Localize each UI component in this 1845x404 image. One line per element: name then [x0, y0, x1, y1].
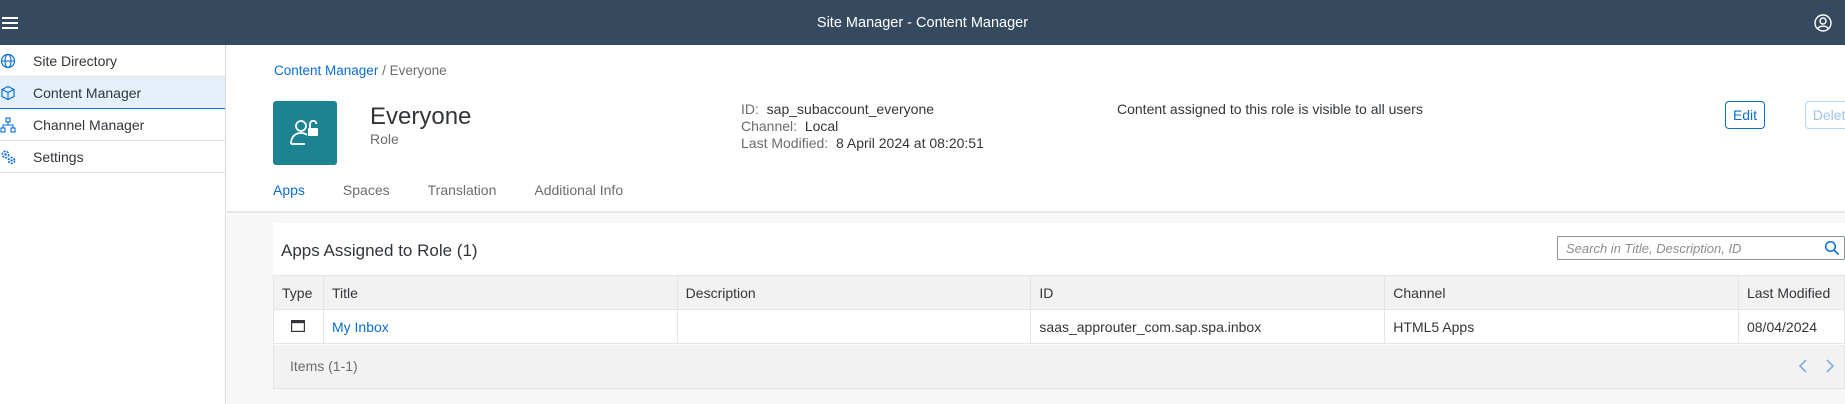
column-header-description[interactable]: Description [677, 275, 1032, 310]
delete-button[interactable]: Delete [1805, 101, 1845, 129]
id-label: ID: [741, 101, 759, 117]
sidebar-item-label: Content Manager [33, 85, 142, 101]
channel-label: Channel: [741, 118, 798, 134]
apps-panel: Apps Assigned to Role (1) Type Title Des… [273, 223, 1845, 389]
search-field[interactable] [1557, 236, 1845, 260]
column-header-channel[interactable]: Channel [1384, 275, 1739, 310]
table-header-row: Type Title Description ID Channel Last M… [273, 275, 1845, 310]
column-header-id[interactable]: ID [1030, 275, 1386, 310]
id-value: sap_subaccount_everyone [766, 101, 935, 117]
id-attribute: ID: sap_subaccount_everyone [741, 101, 984, 118]
role-avatar [273, 101, 337, 165]
globe-icon [0, 53, 17, 70]
app-title-link[interactable]: My Inbox [332, 319, 389, 335]
cell-last-modified: 08/04/2024 [1738, 309, 1845, 344]
network-icon [0, 117, 17, 134]
last-modified-attribute: Last Modified: 8 April 2024 at 08:20:51 [741, 135, 984, 152]
column-header-type[interactable]: Type [273, 275, 324, 310]
breadcrumb: Content Manager / Everyone [274, 63, 447, 78]
user-account-icon[interactable] [1813, 13, 1833, 33]
page-title: Everyone [370, 103, 472, 130]
table-footer: Items (1-1) [273, 345, 1845, 389]
cell-type [273, 309, 324, 344]
cell-title: My Inbox [323, 309, 678, 344]
main-content: Content Manager / Everyone Everyone Role… [227, 45, 1845, 404]
cell-description [677, 309, 1032, 344]
breadcrumb-separator: / [382, 63, 386, 78]
sidebar-item-label: Site Directory [33, 53, 118, 69]
apps-table: Type Title Description ID Channel Last M… [273, 275, 1845, 344]
breadcrumb-link-content-manager[interactable]: Content Manager [274, 63, 378, 78]
sidebar-item-channel-manager[interactable]: Channel Manager [0, 109, 225, 141]
channel-attribute: Channel: Local [741, 118, 984, 135]
column-header-title[interactable]: Title [323, 275, 678, 310]
next-page-icon[interactable] [1818, 354, 1842, 378]
person-unlocked-icon [288, 114, 322, 153]
side-navigation: Site Directory Content Manager Channel M… [0, 45, 226, 404]
hamburger-menu-icon[interactable] [0, 10, 20, 36]
column-header-last-modified[interactable]: Last Modified [1738, 275, 1845, 310]
cell-id: saas_approuter_com.sap.spa.inbox [1030, 309, 1386, 344]
shell-bar: Site Manager - Content Manager [0, 0, 1845, 45]
role-attributes: ID: sap_subaccount_everyone Channel: Loc… [741, 101, 984, 152]
apps-table-title: Apps Assigned to Role (1) [281, 241, 478, 260]
search-icon[interactable] [1824, 240, 1840, 256]
table-row[interactable]: My Inbox saas_approuter_com.sap.spa.inbo… [273, 309, 1845, 344]
breadcrumb-current: Everyone [389, 63, 447, 78]
shell-title: Site Manager - Content Manager [816, 14, 1029, 31]
last-modified-label: Last Modified: [741, 135, 829, 151]
cell-channel: HTML5 Apps [1384, 309, 1739, 344]
visibility-notice: Content assigned to this role is visible… [1117, 101, 1423, 117]
sidebar-item-settings[interactable]: Settings [0, 141, 225, 173]
sidebar-item-site-directory[interactable]: Site Directory [0, 45, 225, 77]
edit-button[interactable]: Edit [1725, 101, 1765, 129]
search-input[interactable] [1566, 237, 1816, 259]
sidebar-item-label: Channel Manager [33, 117, 145, 133]
sidebar-item-label: Settings [33, 149, 84, 165]
window-icon [291, 319, 306, 335]
last-modified-value: 8 April 2024 at 08:20:51 [835, 135, 984, 151]
items-count: Items (1-1) [290, 358, 358, 374]
channel-value: Local [804, 118, 839, 134]
cube-icon [0, 85, 17, 102]
page-subtitle: Role [370, 131, 399, 147]
sidebar-item-content-manager[interactable]: Content Manager [0, 77, 225, 109]
previous-page-icon[interactable] [1791, 354, 1815, 378]
gear-icon [0, 149, 17, 166]
